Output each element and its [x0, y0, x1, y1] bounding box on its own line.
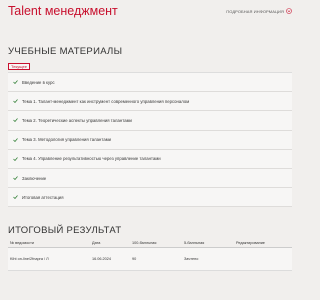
list-item[interactable]: Тема 1. Талант-менеджмент как инструмент…	[8, 92, 292, 112]
course-page: Talent менеджмент ПОДРОБНАЯ ИНФОРМАЦИЯ У…	[0, 0, 300, 300]
list-item[interactable]: Тема 3. Методология управления талантами	[8, 130, 292, 150]
list-item[interactable]: Введение в курс	[8, 73, 292, 93]
check-icon	[8, 137, 22, 142]
score-5: Зачтено	[184, 257, 199, 261]
check-icon	[8, 176, 22, 181]
list-item[interactable]: Заключение	[8, 168, 292, 189]
list-item-label: Тема 4. Управление результативностью чер…	[22, 156, 161, 162]
column-header: 100-балльная	[132, 241, 157, 245]
check-icon	[8, 157, 22, 161]
list-item[interactable]: Тема 4. Управление результативностью чер…	[8, 149, 292, 169]
list-item[interactable]: Итоговая аттестация	[8, 188, 292, 208]
more-info-label: ПОДРОБНАЯ ИНФОРМАЦИЯ	[226, 8, 284, 14]
list-item[interactable]: Тема 2. Теоретические аспекты управления…	[8, 111, 292, 131]
result-table: № ведомости Дата 100-балльная 5-балльная…	[8, 239, 292, 271]
table-header: № ведомости Дата 100-балльная 5-балльная…	[8, 239, 292, 248]
list-item-label: Тема 1. Талант-менеджмент как инструмент…	[22, 98, 190, 104]
statement-number: Kiht on-line/2fnapra / Л	[10, 257, 49, 261]
current-badge: Текущее	[8, 63, 30, 70]
list-item-label: Итоговая аттестация	[22, 194, 64, 200]
more-info-link[interactable]: ПОДРОБНАЯ ИНФОРМАЦИЯ	[226, 8, 292, 14]
column-header: 5-балльная	[184, 241, 205, 245]
column-header: Дата	[92, 241, 101, 245]
list-item-label: Тема 2. Теоретические аспекты управления…	[22, 117, 132, 123]
table-row: Kiht on-line/2fnapra / Л 16.06.2024 90 З…	[8, 248, 292, 271]
list-item-label: Введение в курс	[22, 79, 55, 85]
check-icon	[8, 118, 22, 123]
course-title: Talent менеджмент	[8, 4, 118, 18]
list-item-label: Заключение	[22, 175, 47, 181]
list-item-label: Тема 3. Методология управления талантами	[22, 137, 112, 143]
check-icon	[8, 195, 22, 200]
materials-list: Введение в курс Тема 1. Талант-менеджмен…	[8, 72, 292, 208]
result-heading: ИТОГОВЫЙ РЕЗУЛЬТАТ	[8, 225, 122, 236]
column-header: Редактирование	[236, 241, 265, 245]
check-icon	[8, 99, 22, 104]
result-date: 16.06.2024	[92, 257, 112, 261]
chevron-down-icon	[286, 8, 292, 14]
materials-heading: УЧЕБНЫЕ МАТЕРИАЛЫ	[8, 46, 123, 57]
score-100: 90	[132, 257, 137, 261]
check-icon	[8, 80, 22, 85]
column-header: № ведомости	[10, 241, 34, 245]
